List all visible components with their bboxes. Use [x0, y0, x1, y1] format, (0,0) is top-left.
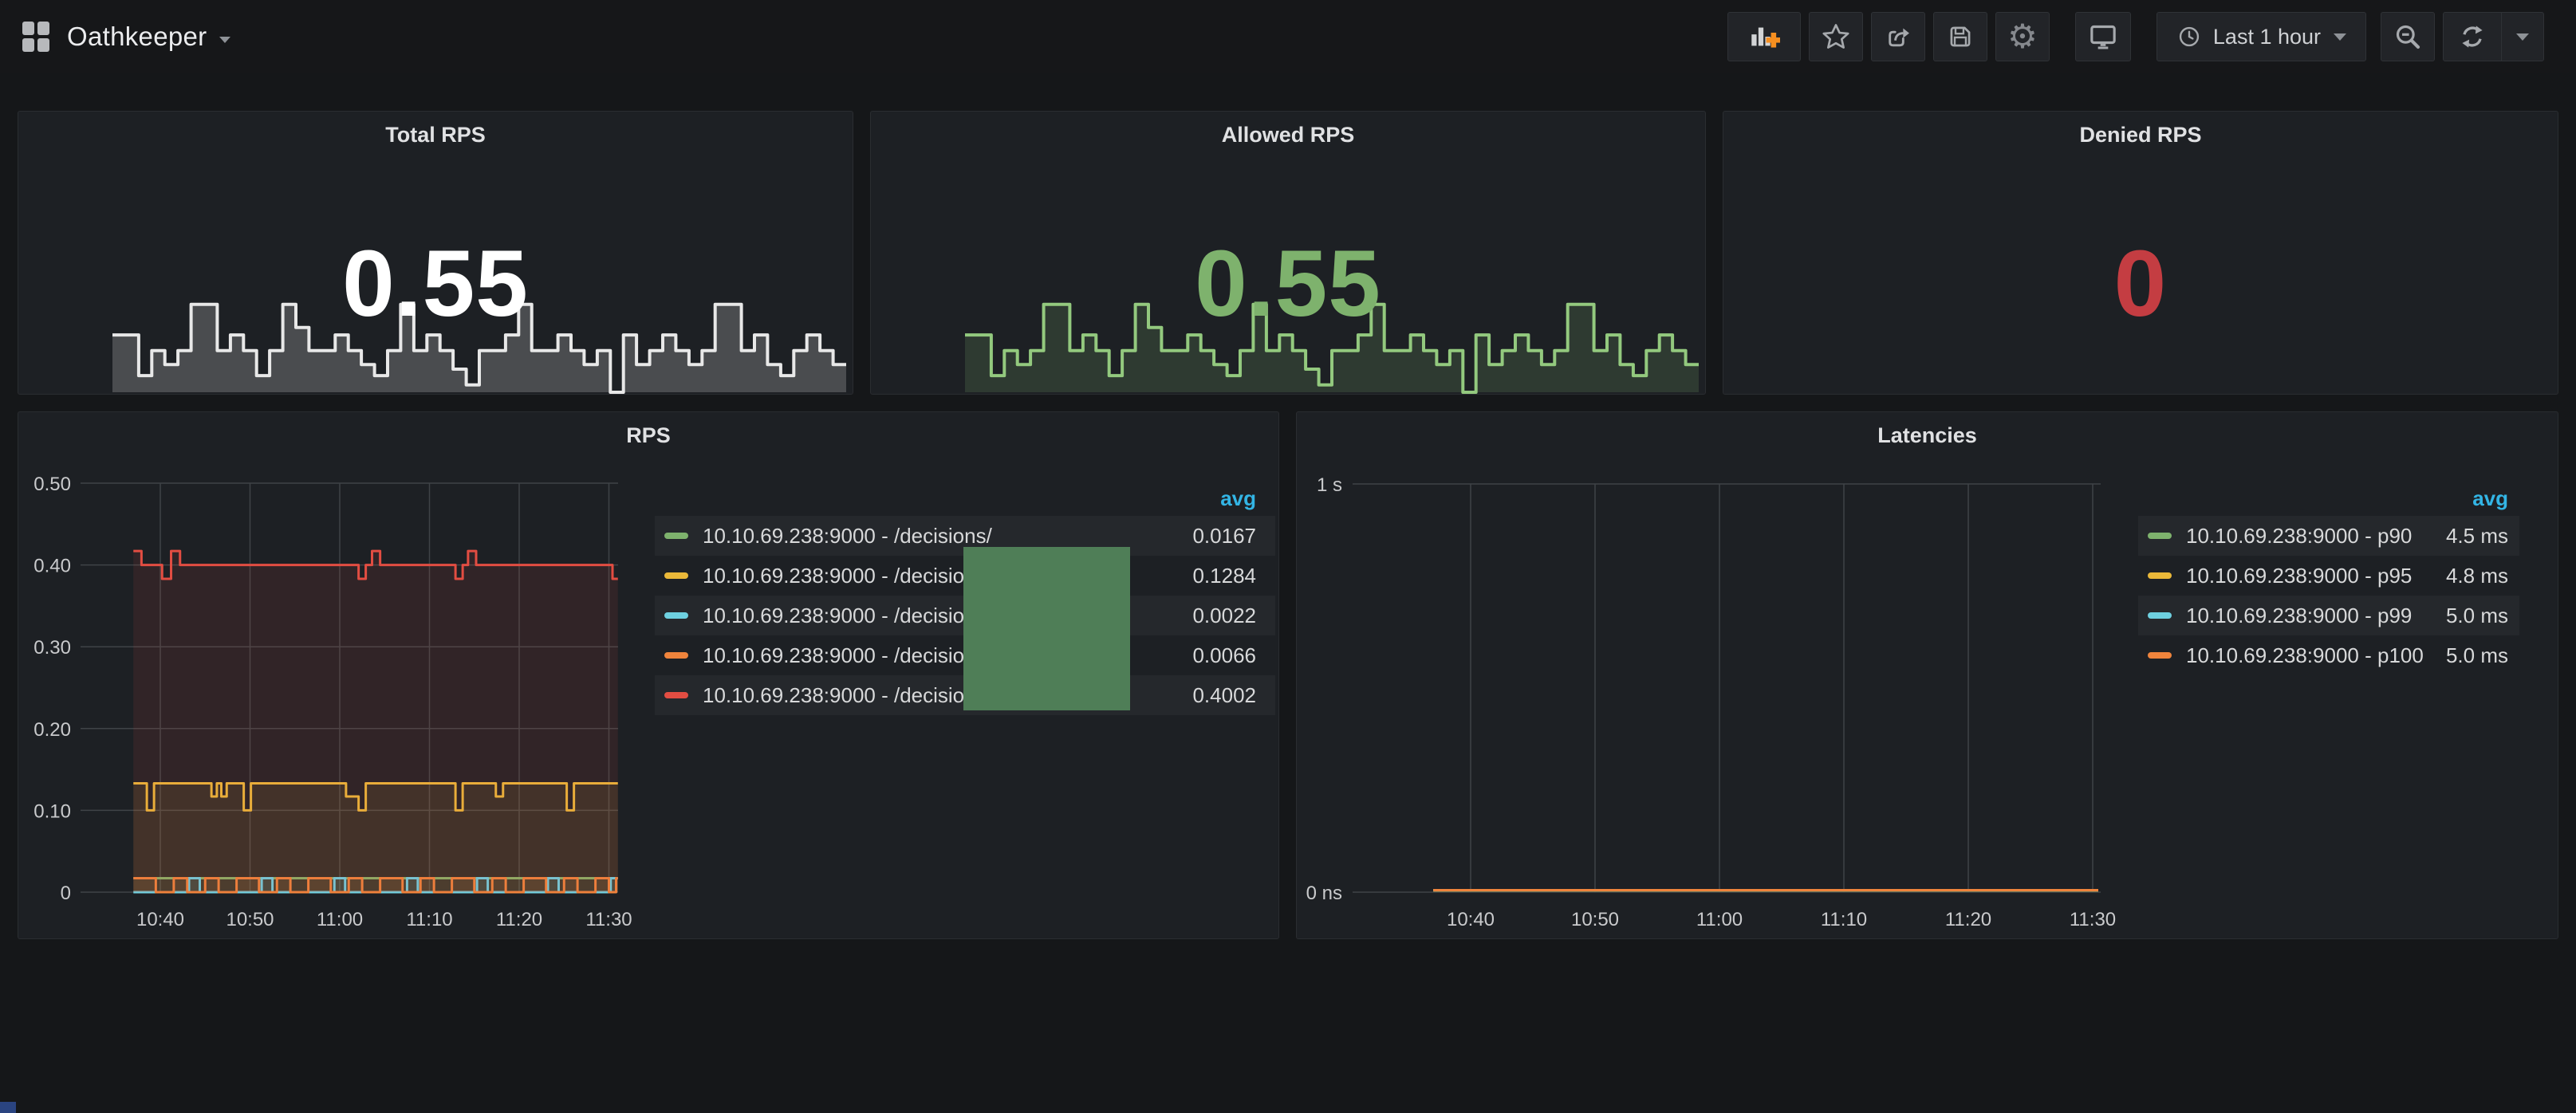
monitor-icon — [2087, 21, 2119, 53]
svg-text:10:50: 10:50 — [226, 909, 274, 930]
time-range-label: Last 1 hour — [2213, 25, 2321, 49]
dashboard-dropdown-caret-icon[interactable] — [219, 37, 230, 43]
svg-text:11:00: 11:00 — [1696, 909, 1743, 930]
series-color-swatch[interactable] — [2148, 652, 2172, 659]
dashboard-settings-button[interactable]: ⚙ — [1995, 12, 2050, 61]
series-avg-value: 0.0022 — [1192, 604, 1256, 628]
series-name[interactable]: 10.10.69.238:9000 - p100 — [2186, 643, 2424, 668]
refresh-interval-dropdown[interactable] — [2501, 12, 2543, 61]
svg-text:0 ns: 0 ns — [1306, 883, 1342, 904]
series-name[interactable]: 10.10.69.238:9000 - /decisions/ — [703, 524, 992, 549]
add-panel-button[interactable] — [1727, 12, 1801, 61]
legend-row[interactable]: 10.10.69.238:9000 - p100 5.0 ms — [2138, 635, 2519, 675]
series-name[interactable]: 10.10.69.238:9000 - p95 — [2186, 564, 2412, 588]
zoom-out-icon — [2393, 22, 2423, 52]
svg-text:0.50: 0.50 — [33, 474, 71, 495]
legend-row[interactable]: 10.10.69.238:9000 - p99 5.0 ms — [2138, 596, 2519, 635]
share-icon — [1883, 22, 1913, 52]
svg-text:11:10: 11:10 — [1821, 909, 1867, 930]
series-color-swatch[interactable] — [664, 533, 688, 539]
series-name[interactable]: 10.10.69.238:9000 - /decisions/ — [703, 643, 992, 668]
time-range-caret-icon — [2334, 33, 2346, 41]
series-color-swatch[interactable] — [664, 612, 688, 619]
panel-allowed-rps: Allowed RPS 0.55 — [870, 111, 1706, 395]
dashboard-grid-icon[interactable] — [22, 22, 49, 52]
series-avg-value: 4.5 ms — [2446, 524, 2508, 549]
legend-header: avg — [655, 481, 1275, 516]
svg-text:11:00: 11:00 — [317, 909, 363, 930]
svg-text:1 s: 1 s — [1317, 474, 1342, 496]
latencies-legend: avg 10.10.69.238:9000 - p904.5 ms10.10.6… — [2138, 481, 2519, 675]
refresh-icon — [2458, 22, 2487, 51]
series-color-swatch[interactable] — [664, 572, 688, 579]
series-avg-value: 0.1284 — [1192, 564, 1256, 588]
svg-text:11:30: 11:30 — [2070, 909, 2116, 930]
svg-text:10:50: 10:50 — [1571, 909, 1619, 930]
time-range-picker[interactable]: Last 1 hour — [2157, 12, 2366, 61]
series-color-swatch[interactable] — [2148, 572, 2172, 579]
legend-avg-header[interactable]: avg — [1220, 486, 1256, 511]
panel-total-rps: Total RPS 0.55 — [18, 111, 853, 395]
series-name[interactable]: 10.10.69.238:9000 - p99 — [2186, 604, 2412, 628]
refresh-button[interactable] — [2444, 12, 2501, 61]
green-overlay-box — [963, 547, 1130, 710]
series-color-swatch[interactable] — [2148, 533, 2172, 539]
refresh-button-group — [2443, 12, 2544, 61]
share-dashboard-button[interactable] — [1871, 12, 1925, 61]
clock-icon — [2176, 24, 2202, 49]
legend-header: avg — [2138, 481, 2519, 516]
svg-text:0.40: 0.40 — [33, 556, 71, 577]
svg-text:10:40: 10:40 — [136, 909, 184, 930]
svg-text:11:10: 11:10 — [406, 909, 452, 930]
bottom-left-artifact — [0, 1102, 16, 1113]
svg-text:11:20: 11:20 — [496, 909, 542, 930]
svg-text:0.30: 0.30 — [33, 637, 71, 659]
series-name[interactable]: 10.10.69.238:9000 - p90 — [2186, 524, 2412, 549]
series-color-swatch[interactable] — [664, 652, 688, 659]
svg-text:11:20: 11:20 — [1945, 909, 1991, 930]
allowed-rps-value: 0.55 — [871, 230, 1705, 338]
series-avg-value: 5.0 ms — [2446, 643, 2508, 668]
series-color-swatch[interactable] — [2148, 612, 2172, 619]
series-name[interactable]: 10.10.69.238:9000 - /decisions/ — [703, 564, 992, 588]
series-avg-value: 0.4002 — [1192, 683, 1256, 708]
svg-text:0: 0 — [61, 883, 71, 904]
series-name[interactable]: 10.10.69.238:9000 - /decisions/ — [703, 683, 992, 708]
series-avg-value: 5.0 ms — [2446, 604, 2508, 628]
cycle-view-mode-button[interactable] — [2075, 12, 2131, 61]
star-dashboard-button[interactable] — [1809, 12, 1863, 61]
save-dashboard-button[interactable] — [1933, 12, 1987, 61]
panel-denied-rps: Denied RPS 0 — [1723, 111, 2558, 395]
total-rps-value: 0.55 — [18, 230, 853, 338]
denied-rps-value: 0 — [1723, 230, 2558, 338]
svg-text:0.10: 0.10 — [33, 800, 71, 822]
legend-avg-header[interactable]: avg — [2472, 486, 2508, 511]
svg-text:10:40: 10:40 — [1447, 909, 1495, 930]
series-avg-value: 0.0167 — [1192, 524, 1256, 549]
star-icon — [1821, 22, 1851, 52]
panel-title-denied-rps[interactable]: Denied RPS — [1723, 123, 2558, 147]
navbar: Oathkeeper — [0, 0, 2576, 73]
series-avg-value: 4.8 ms — [2446, 564, 2508, 588]
panel-latencies-graph: Latencies 0 ns1 s10:4010:5011:0011:1011:… — [1296, 411, 2558, 939]
svg-text:0.20: 0.20 — [33, 719, 71, 741]
gear-icon: ⚙ — [2007, 20, 2038, 53]
zoom-out-time-button[interactable] — [2381, 12, 2435, 61]
svg-text:11:30: 11:30 — [585, 909, 632, 930]
add-panel-icon — [1748, 21, 1780, 53]
legend-row[interactable]: 10.10.69.238:9000 - p95 4.8 ms — [2138, 556, 2519, 596]
series-avg-value: 0.0066 — [1192, 643, 1256, 668]
series-name[interactable]: 10.10.69.238:9000 - /decisions/ — [703, 604, 992, 628]
dashboard-title[interactable]: Oathkeeper — [67, 22, 207, 52]
save-icon — [1945, 22, 1975, 52]
refresh-caret-icon — [2516, 33, 2529, 41]
series-color-swatch[interactable] — [664, 692, 688, 698]
legend-row[interactable]: 10.10.69.238:9000 - p90 4.5 ms — [2138, 516, 2519, 556]
